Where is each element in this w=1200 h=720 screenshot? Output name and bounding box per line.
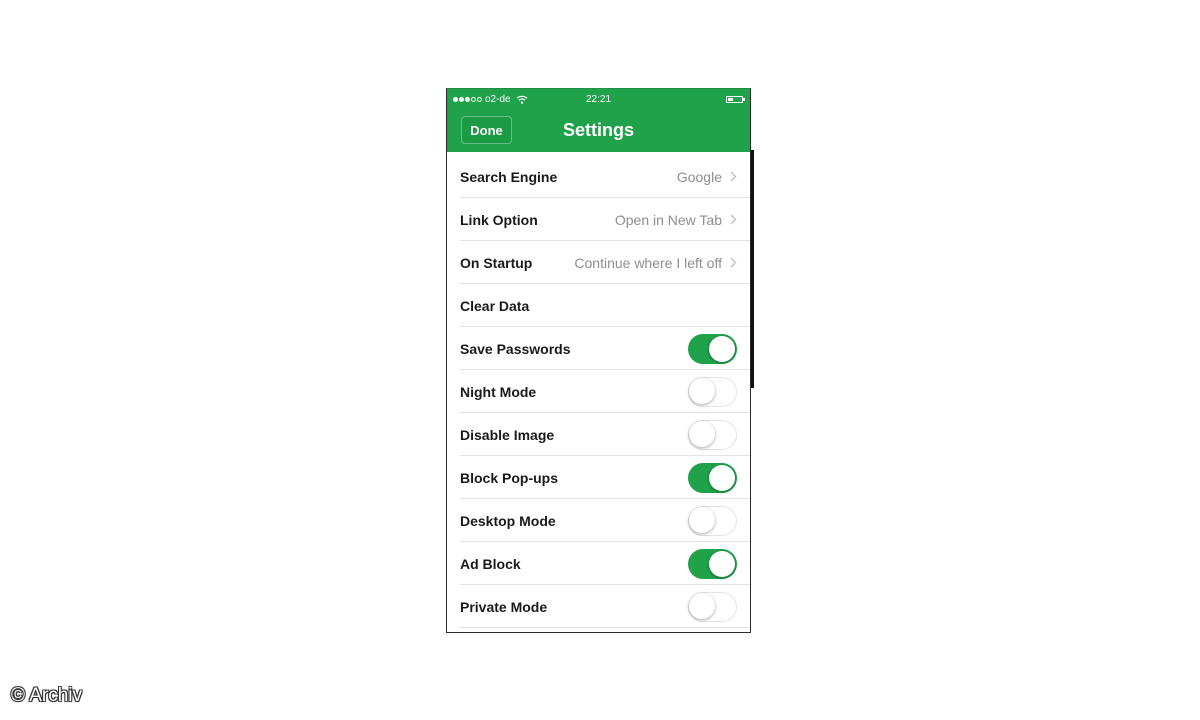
setting-label: On Startup: [460, 254, 533, 271]
toggle-knob: [689, 378, 715, 404]
setting-row-night-mode: Night Mode: [447, 370, 750, 413]
save-passwords-toggle[interactable]: [688, 333, 737, 364]
setting-label: Search Engine: [460, 168, 558, 185]
watermark: © Archiv: [11, 685, 83, 706]
setting-label: Block Pop-ups: [460, 469, 559, 486]
setting-row-private-mode: Private Mode: [447, 585, 750, 628]
screenshot-canvas: o2-de 22:21 Done Settings Search Engine …: [0, 0, 1200, 720]
toggle-knob: [709, 335, 735, 362]
chevron-right-icon: [730, 171, 737, 182]
chevron-right-icon: [730, 214, 737, 225]
toggle-knob: [689, 421, 715, 447]
page-title: Settings: [562, 120, 634, 140]
status-time: 22:21: [585, 94, 612, 105]
desktop-mode-toggle[interactable]: [688, 505, 737, 536]
phone-screen: o2-de 22:21 Done Settings Search Engine …: [446, 88, 751, 633]
ad-block-toggle[interactable]: [688, 548, 737, 579]
setting-label: Private Mode: [460, 598, 548, 615]
toggle-knob: [689, 593, 715, 619]
status-bar: o2-de 22:21: [447, 89, 750, 111]
setting-label: Disable Image: [460, 426, 555, 443]
setting-row-save-passwords: Save Passwords: [447, 327, 750, 370]
disable-image-toggle[interactable]: [688, 419, 737, 450]
setting-label: Link Option: [460, 211, 538, 228]
setting-label: Clear Data: [460, 297, 530, 314]
setting-row-ad-block: Ad Block: [447, 542, 750, 585]
night-mode-toggle[interactable]: [688, 376, 737, 407]
settings-list: Search Engine Google Link Option Open in…: [447, 155, 750, 628]
setting-value: Continue where I left off: [574, 254, 722, 271]
setting-value: Google: [676, 168, 722, 185]
nav-bar: Done Settings: [447, 111, 750, 152]
toggle-knob: [689, 507, 715, 533]
private-mode-toggle[interactable]: [688, 591, 737, 622]
setting-row-disable-image: Disable Image: [447, 413, 750, 456]
phone-frame-edge: [751, 150, 754, 388]
setting-row-link-option[interactable]: Link Option Open in New Tab: [447, 198, 750, 241]
toggle-knob: [709, 550, 735, 577]
app-header: o2-de 22:21 Done Settings: [447, 89, 750, 152]
setting-label: Night Mode: [460, 383, 537, 400]
block-popups-toggle[interactable]: [688, 462, 737, 493]
chevron-right-icon: [730, 257, 737, 268]
setting-row-search-engine[interactable]: Search Engine Google: [447, 155, 750, 198]
setting-label: Ad Block: [460, 555, 521, 572]
setting-value: Open in New Tab: [614, 211, 722, 228]
setting-row-desktop-mode: Desktop Mode: [447, 499, 750, 542]
setting-row-block-popups: Block Pop-ups: [447, 456, 750, 499]
setting-row-clear-data[interactable]: Clear Data: [447, 284, 750, 327]
setting-label: Save Passwords: [460, 340, 571, 357]
setting-row-on-startup[interactable]: On Startup Continue where I left off: [447, 241, 750, 284]
toggle-knob: [709, 464, 735, 491]
battery-icon: [726, 96, 745, 103]
setting-label: Desktop Mode: [460, 512, 556, 529]
